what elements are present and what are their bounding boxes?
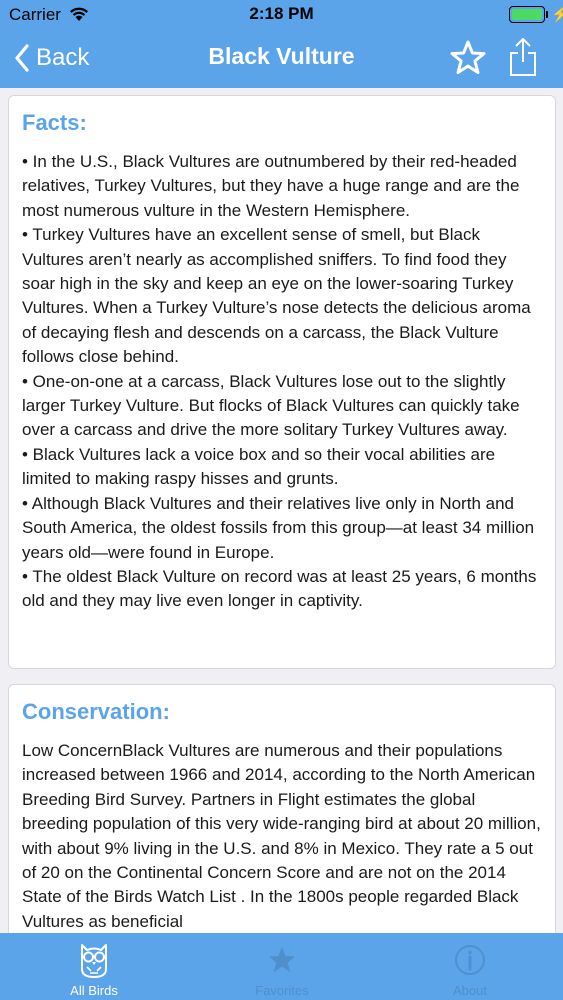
facts-text: • In the U.S., Black Vultures are outnum… bbox=[22, 152, 537, 611]
star-icon bbox=[269, 947, 295, 972]
charging-icon: ⚡ bbox=[551, 6, 563, 23]
status-bar: Carrier 2:18 PM ⚡ bbox=[0, 0, 563, 30]
conservation-card: Conservation: Low ConcernBlack Vultures … bbox=[8, 684, 556, 944]
tab-about[interactable]: About bbox=[376, 933, 563, 1000]
tab-label: All Birds bbox=[70, 983, 118, 998]
share-icon bbox=[510, 38, 536, 76]
share-button[interactable] bbox=[506, 35, 540, 79]
clock: 2:18 PM bbox=[249, 4, 314, 23]
tab-bar: All Birds Favorites About bbox=[0, 933, 563, 1000]
conservation-heading: Conservation: bbox=[22, 699, 170, 724]
facts-card: Facts: • In the U.S., Black Vultures are… bbox=[8, 95, 556, 669]
navigation-bar: Back Black Vulture bbox=[0, 30, 563, 88]
conservation-text: Low ConcernBlack Vultures are numerous a… bbox=[22, 741, 541, 931]
favorite-button[interactable] bbox=[448, 38, 488, 78]
info-icon bbox=[455, 945, 485, 975]
tab-favorites[interactable]: Favorites bbox=[188, 933, 376, 1000]
facts-heading: Facts: bbox=[22, 110, 87, 135]
tab-all-birds[interactable]: All Birds bbox=[0, 933, 188, 1000]
battery-icon bbox=[509, 6, 545, 23]
tab-label: About bbox=[453, 983, 487, 998]
battery-cap bbox=[546, 11, 548, 18]
tab-label: Favorites bbox=[255, 983, 309, 998]
star-outline-icon bbox=[450, 40, 486, 74]
top-bar: Carrier 2:18 PM ⚡ Back Black Vulture bbox=[0, 0, 563, 88]
owl-icon bbox=[81, 944, 107, 978]
